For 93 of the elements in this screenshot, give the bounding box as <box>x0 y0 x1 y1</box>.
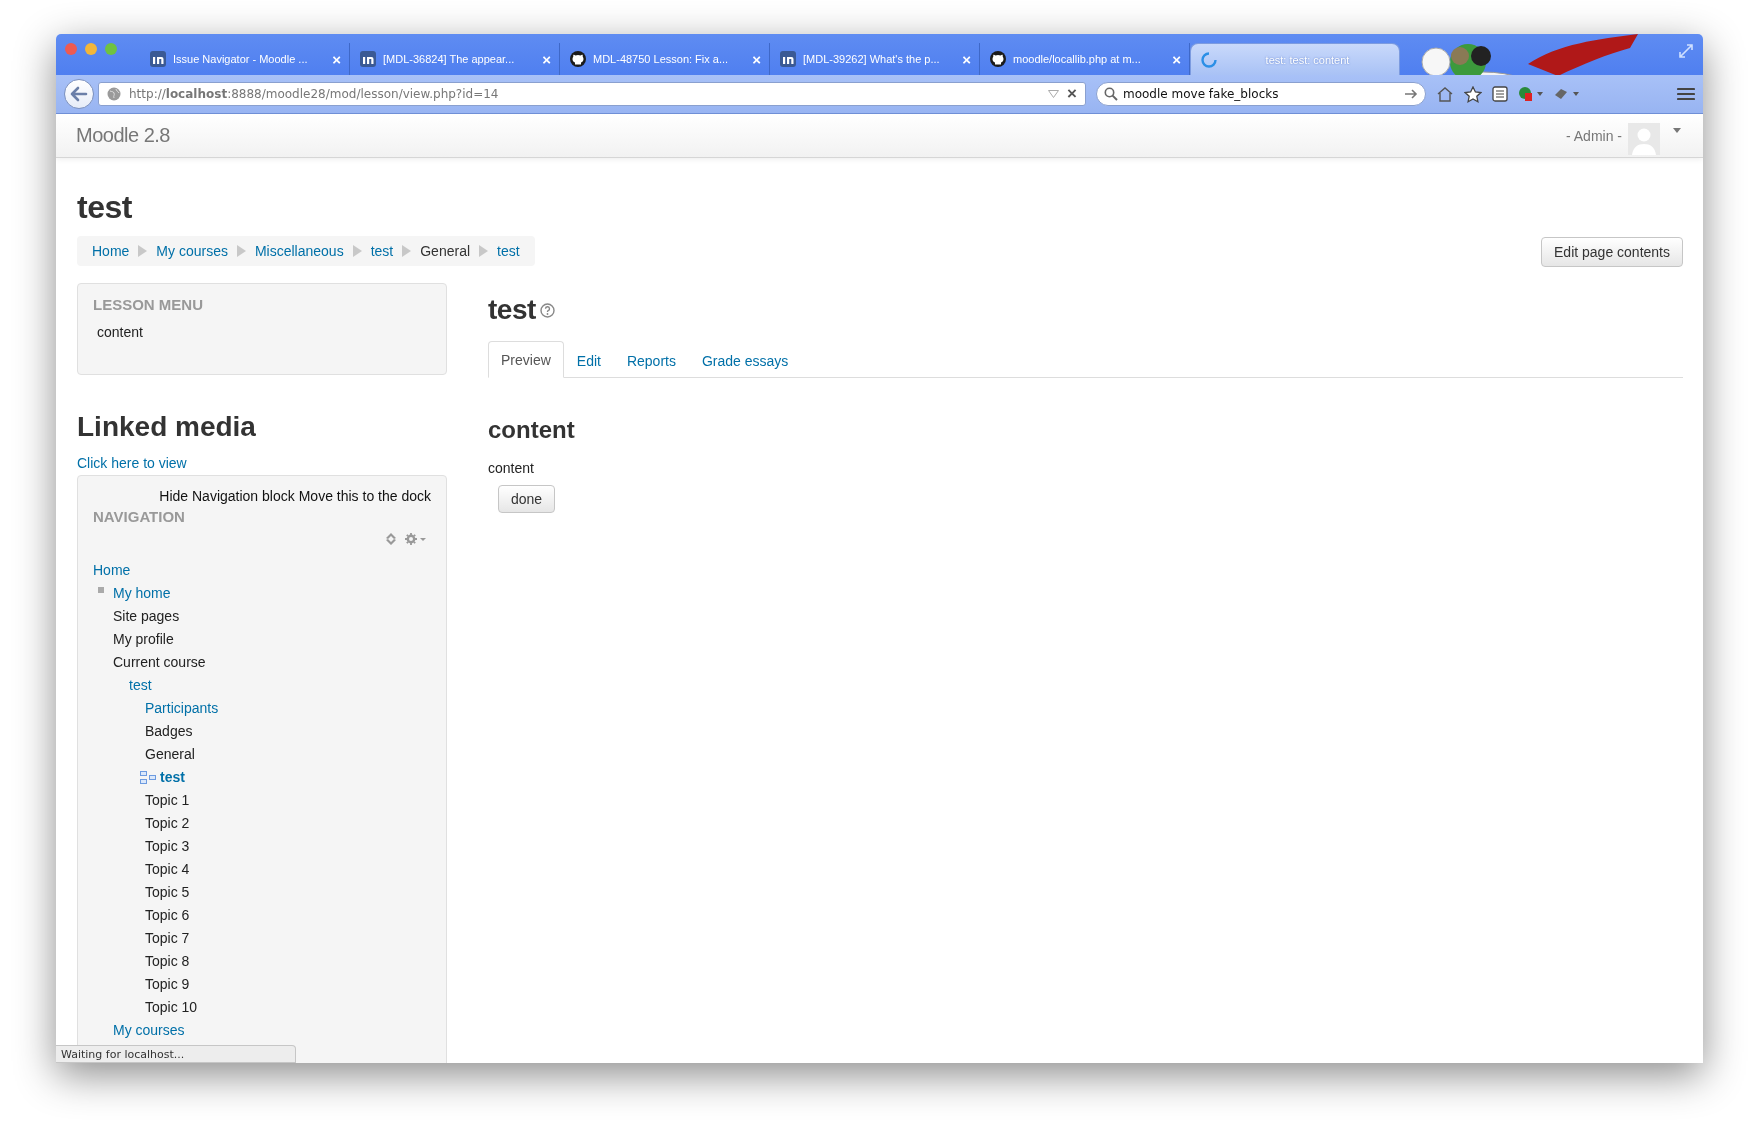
address-bar[interactable]: http://localhost:8888/moodle28/mod/lesson/view.php?id=14 × <box>98 82 1086 106</box>
search-icon <box>1104 87 1118 101</box>
loading-icon <box>1201 51 1217 68</box>
block-title: LESSON MENU <box>93 296 204 313</box>
tracker-icon <box>780 51 796 67</box>
home-icon[interactable] <box>1436 86 1454 102</box>
plugin-icon[interactable] <box>1554 86 1580 102</box>
breadcrumb-link[interactable]: test <box>497 243 520 259</box>
separator-icon <box>138 245 148 257</box>
nav-link[interactable]: test <box>160 766 185 789</box>
nav-item[interactable]: Topic 10 <box>145 999 198 1015</box>
octocat-icon <box>570 51 586 67</box>
lesson-icon <box>140 770 156 785</box>
tab-title: Issue Navigator - Moodle ... <box>173 53 309 65</box>
globe-icon <box>107 87 121 101</box>
dropdown-icon[interactable] <box>1048 90 1060 98</box>
url-text: http://localhost:8888/moodle28/mod/lesson/view.php?id=14 <box>129 87 499 101</box>
separator-icon <box>236 245 246 257</box>
close-icon[interactable]: × <box>542 50 551 68</box>
tab[interactable]: Grade essays <box>688 342 802 378</box>
nav-item[interactable]: My profile <box>113 631 174 647</box>
breadcrumb-item: General <box>420 243 471 259</box>
tab-title: moodle/locallib.php at m... <box>1013 53 1142 65</box>
user-name[interactable]: - Admin - <box>1566 127 1622 144</box>
addon-icon[interactable] <box>1518 86 1544 102</box>
edit-page-button[interactable]: Edit page contents <box>1541 237 1683 267</box>
close-icon[interactable]: × <box>1067 84 1077 104</box>
nav-link[interactable]: My home <box>113 582 171 605</box>
nav-link[interactable]: Home <box>93 562 131 578</box>
fullscreen-icon[interactable] <box>1679 44 1693 58</box>
menu-item[interactable]: content <box>93 324 431 340</box>
view-link[interactable]: Click here to view <box>77 455 447 471</box>
skip-link[interactable]: Hide Navigation block <box>159 488 295 504</box>
lesson-title: test <box>488 294 536 326</box>
nav-item[interactable]: Topic 8 <box>145 953 190 969</box>
tracker-icon <box>150 51 166 67</box>
nav-item[interactable]: Site pages <box>113 608 180 624</box>
tab[interactable]: Reports <box>613 342 689 378</box>
help-icon[interactable] <box>539 302 555 318</box>
skip-link[interactable]: Move this to the dock <box>298 488 431 504</box>
breadcrumb-link[interactable]: Home <box>92 243 130 259</box>
caret-icon[interactable] <box>1673 128 1681 133</box>
close-icon[interactable]: × <box>1172 50 1181 68</box>
back-arrow-icon <box>70 86 88 102</box>
nav-item[interactable]: General <box>145 746 195 762</box>
tab-title: [MDL-36824] The appear... <box>383 53 516 65</box>
nav-link[interactable]: test <box>129 677 152 693</box>
nav-link[interactable]: Participants <box>145 700 219 716</box>
tab-title: MDL-48750 Lesson: Fix a... <box>593 53 730 65</box>
menu-icon[interactable] <box>1677 87 1695 101</box>
breadcrumb-link[interactable]: test <box>370 243 394 259</box>
search-field[interactable]: moodle move fake_blocks <box>1096 82 1426 106</box>
separator-icon <box>352 245 362 257</box>
minimize-window-button[interactable] <box>85 43 97 55</box>
nav-item[interactable]: Topic 3 <box>145 838 190 854</box>
close-icon[interactable]: × <box>752 50 761 68</box>
nav-item[interactable]: Current course <box>113 654 206 670</box>
breadcrumb-link[interactable]: My courses <box>156 243 228 259</box>
status-bar: Waiting for localhost... <box>56 1045 296 1063</box>
zoom-window-button[interactable] <box>105 43 117 55</box>
page-title: test <box>77 189 133 226</box>
list-icon[interactable] <box>1492 86 1508 102</box>
tab-title: [MDL-39262] What's the p... <box>803 53 941 65</box>
nav-item[interactable]: Topic 2 <box>145 815 190 831</box>
separator-icon <box>402 245 412 257</box>
breadcrumb-link[interactable]: Miscellaneous <box>254 243 344 259</box>
block-title: NAVIGATION <box>93 508 186 525</box>
nav-link[interactable]: My courses <box>113 1022 185 1038</box>
collapsed-icon <box>98 586 104 593</box>
nav-item[interactable]: Topic 9 <box>145 976 190 992</box>
close-icon[interactable]: × <box>332 50 341 68</box>
content-text: content <box>488 460 535 476</box>
tracker-icon <box>360 51 376 67</box>
nav-item[interactable]: Topic 7 <box>145 930 190 946</box>
nav-item[interactable]: Badges <box>145 723 193 739</box>
nav-item[interactable]: Topic 1 <box>145 792 190 808</box>
settings-icon[interactable] <box>405 533 427 545</box>
nav-item[interactable]: Topic 6 <box>145 907 190 923</box>
site-name[interactable]: Moodle 2.8 <box>76 124 170 147</box>
go-arrow-icon[interactable] <box>1404 88 1418 100</box>
section-heading: Linked media <box>77 411 257 443</box>
star-icon[interactable] <box>1464 85 1482 103</box>
nav-item[interactable]: Topic 4 <box>145 861 190 877</box>
tab[interactable]: Preview <box>488 341 564 378</box>
octocat-icon <box>990 51 1006 67</box>
back-button[interactable] <box>64 79 94 109</box>
tab[interactable]: Edit <box>563 342 614 378</box>
done-button[interactable]: done <box>498 485 556 513</box>
nav-item[interactable]: Topic 5 <box>145 884 190 900</box>
separator-icon <box>479 245 489 257</box>
content-heading: content <box>488 416 576 444</box>
tab-title: test: test: content <box>1264 53 1351 66</box>
close-icon[interactable]: × <box>962 50 971 68</box>
